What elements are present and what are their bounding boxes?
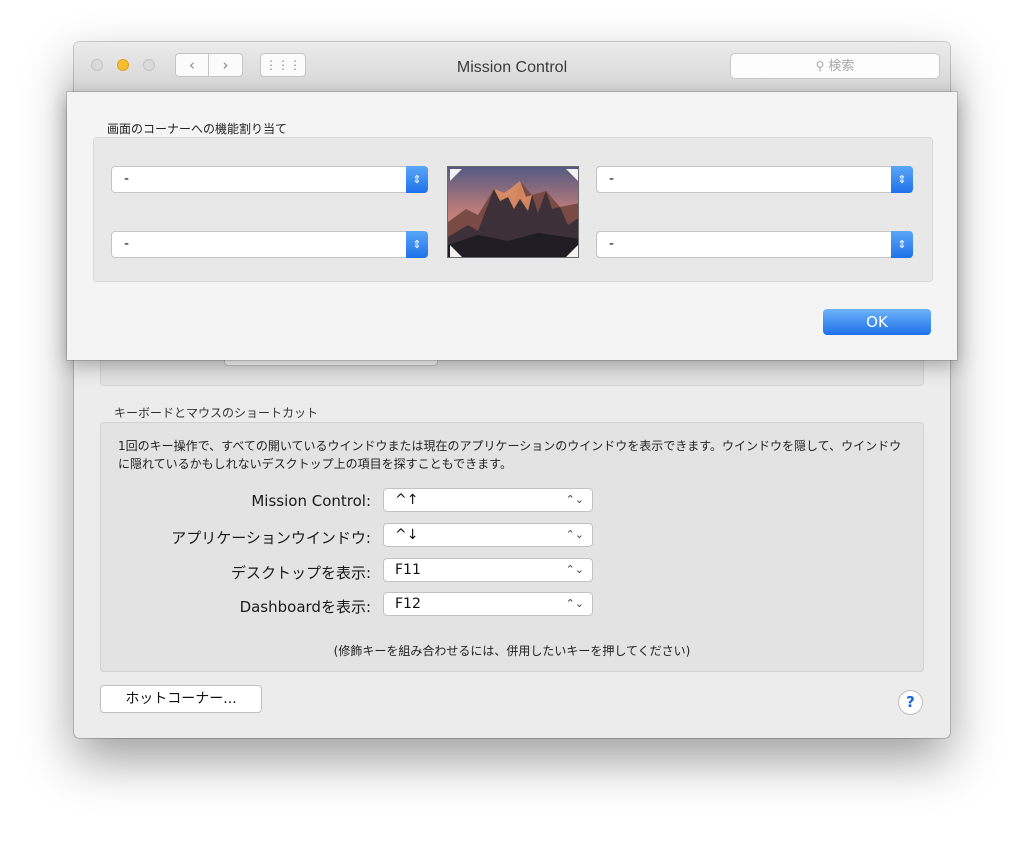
show-dashboard-shortcut-popup[interactable]: F12 ⌃⌄	[383, 592, 593, 616]
search-placeholder: 検索	[828, 59, 855, 74]
app-windows-label: アプリケーションウインドウ:	[171, 529, 371, 547]
modifier-hint: (修飾キーを組み合わせるには、併用したいキーを押してください)	[333, 644, 691, 658]
mission-control-shortcut-value: ^↑	[395, 492, 419, 508]
stepper-icon: ⌃⌄	[565, 493, 584, 506]
bottom-right-corner-value: -	[609, 236, 615, 252]
show-desktop-label: デスクトップを表示:	[230, 564, 371, 582]
mission-control-shortcut-popup[interactable]: ^↑ ⌃⌄	[383, 488, 593, 512]
ok-button[interactable]: OK	[823, 309, 931, 335]
show-dashboard-shortcut-value: F12	[395, 596, 421, 612]
stepper-icon: ⇕	[406, 166, 428, 193]
show-desktop-shortcut-value: F11	[395, 562, 421, 578]
top-right-corner-popup[interactable]: - ⇕	[596, 166, 913, 193]
top-left-corner-value: -	[124, 171, 130, 187]
stepper-icon: ⇕	[891, 166, 913, 193]
search-field[interactable]: ⚲ 検索	[730, 53, 940, 79]
mountain-wallpaper-image	[448, 167, 578, 257]
bottom-right-corner-popup[interactable]: - ⇕	[596, 231, 913, 258]
bottom-left-corner-value: -	[124, 236, 130, 252]
search-icon: ⚲	[815, 59, 825, 73]
hot-corners-button[interactable]: ホットコーナー...	[100, 685, 262, 713]
mission-control-label: Mission Control:	[251, 492, 371, 510]
shortcuts-description: 1回のキー操作で、すべての開いているウインドウまたは現在のアプリケーションのウイ…	[118, 439, 902, 471]
stepper-icon: ⌃⌄	[565, 563, 584, 576]
title-bar: ‹ › ⋮⋮⋮ Mission Control ⚲ 検索	[74, 42, 950, 93]
bottom-left-corner-popup[interactable]: - ⇕	[111, 231, 428, 258]
show-dashboard-label: Dashboardを表示:	[239, 598, 371, 616]
stepper-icon: ⇕	[891, 231, 913, 258]
app-windows-shortcut-popup[interactable]: ^↓ ⌃⌄	[383, 523, 593, 547]
top-left-corner-popup[interactable]: - ⇕	[111, 166, 428, 193]
app-windows-shortcut-value: ^↓	[395, 527, 419, 543]
help-button[interactable]: ?	[898, 690, 923, 715]
sheet-title: 画面のコーナーへの機能割り当て	[107, 122, 288, 136]
shortcuts-section-label: キーボードとマウスのショートカット	[114, 406, 319, 420]
stepper-icon: ⌃⌄	[565, 528, 584, 541]
top-right-corner-value: -	[609, 171, 615, 187]
stepper-icon: ⇕	[406, 231, 428, 258]
desktop-preview	[447, 166, 579, 258]
stepper-icon: ⌃⌄	[565, 597, 584, 610]
show-desktop-shortcut-popup[interactable]: F11 ⌃⌄	[383, 558, 593, 582]
hot-corners-sheet: 画面のコーナーへの機能割り当て - ⇕ - ⇕ - ⇕ - ⇕ OK	[67, 92, 957, 360]
